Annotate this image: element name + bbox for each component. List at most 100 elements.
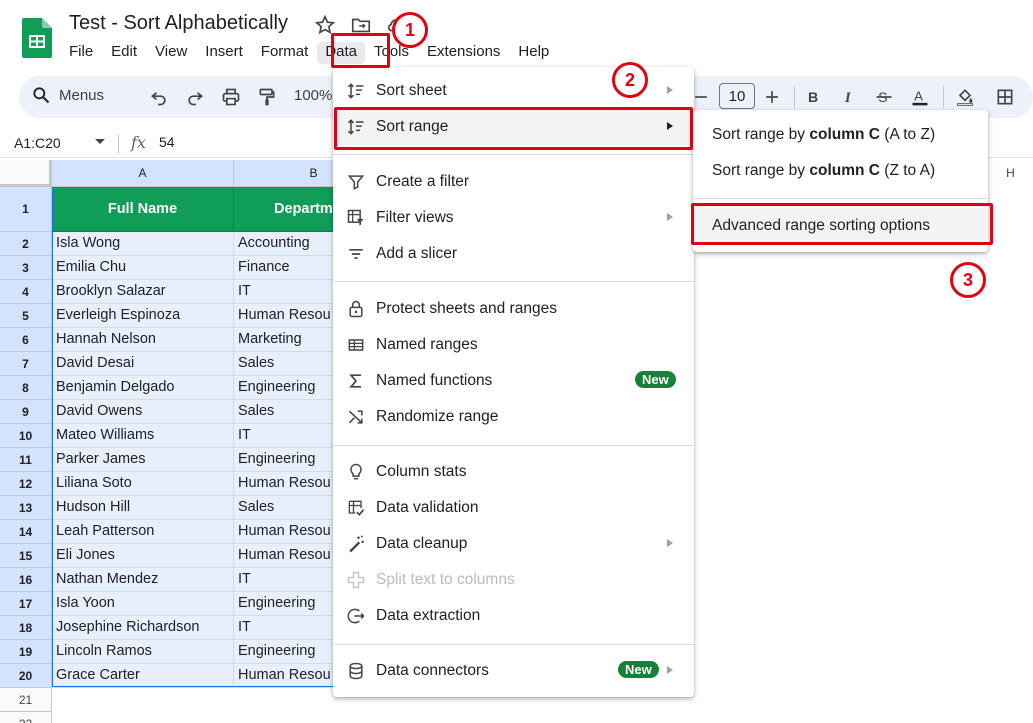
cell-full-name[interactable]: Emilia Chu (52, 256, 234, 280)
star-icon[interactable] (314, 14, 336, 36)
cell-department[interactable]: IT (234, 280, 344, 304)
cell-department[interactable]: Human Resou (234, 664, 344, 688)
menu-item-randomize-range[interactable]: Randomize range (333, 399, 694, 435)
menu-file[interactable]: File (60, 42, 102, 64)
menu-item-protect-sheets[interactable]: Protect sheets and ranges (333, 291, 694, 327)
cell-full-name[interactable]: Isla Wong (52, 232, 234, 256)
column-header-h[interactable]: H (988, 166, 1033, 180)
cell-full-name[interactable]: Hudson Hill (52, 496, 234, 520)
text-color-icon[interactable]: A (910, 87, 930, 107)
row-header[interactable]: 20 (0, 664, 52, 688)
cell-full-name[interactable]: Everleigh Espinoza (52, 304, 234, 328)
move-folder-icon[interactable] (350, 14, 372, 36)
menu-data[interactable]: Data (317, 42, 365, 64)
menu-format[interactable]: Format (252, 42, 318, 64)
cell-department[interactable]: Human Resou (234, 304, 344, 328)
cell-department[interactable]: Engineering (234, 592, 344, 616)
menu-item-data-extraction[interactable]: Data extraction (333, 598, 694, 634)
cell-full-name[interactable]: David Owens (52, 400, 234, 424)
borders-icon[interactable] (995, 87, 1015, 107)
advanced-range-sorting-options[interactable]: Advanced range sorting options (693, 208, 988, 244)
cell-full-name[interactable]: Josephine Richardson (52, 616, 234, 640)
sort-range-a-to-z[interactable]: Sort range by column C (A to Z) (693, 117, 988, 153)
row-header[interactable]: 22 (0, 712, 52, 723)
menu-item-split-text[interactable]: Split text to columns (333, 562, 694, 598)
name-box[interactable]: A1:C20 (14, 135, 61, 151)
cell-department[interactable]: Sales (234, 400, 344, 424)
cell-full-name[interactable]: Nathan Mendez (52, 568, 234, 592)
cell-department[interactable]: Engineering (234, 376, 344, 400)
menu-edit[interactable]: Edit (102, 42, 146, 64)
cell-full-name[interactable]: Hannah Nelson (52, 328, 234, 352)
paint-format-icon[interactable] (257, 87, 277, 107)
cell-full-name[interactable]: Lincoln Ramos (52, 640, 234, 664)
name-box-dropdown-icon[interactable] (95, 139, 105, 144)
cell-full-name[interactable]: Brooklyn Salazar (52, 280, 234, 304)
menu-extensions[interactable]: Extensions (418, 42, 509, 64)
cell-department[interactable]: Marketing (234, 328, 344, 352)
column-header-a[interactable]: A (52, 160, 234, 187)
cell-department[interactable]: IT (234, 616, 344, 640)
row-header[interactable]: 9 (0, 400, 52, 424)
row-header[interactable]: 18 (0, 616, 52, 640)
strikethrough-icon[interactable]: S (874, 87, 894, 107)
row-header[interactable]: 15 (0, 544, 52, 568)
cell-department[interactable]: Engineering (234, 640, 344, 664)
cell-full-name[interactable]: Grace Carter (52, 664, 234, 688)
menu-item-data-connectors[interactable]: Data connectors New (333, 653, 694, 689)
menu-view[interactable]: View (146, 42, 196, 64)
cell-department[interactable]: Human Resou (234, 520, 344, 544)
row-header[interactable]: 21 (0, 688, 52, 712)
cell-department[interactable]: IT (234, 424, 344, 448)
cell-full-name[interactable]: Leah Patterson (52, 520, 234, 544)
print-icon[interactable] (221, 87, 241, 107)
row-header[interactable]: 8 (0, 376, 52, 400)
cell-full-name[interactable]: Eli Jones (52, 544, 234, 568)
header-cell-full-name[interactable]: Full Name (52, 187, 234, 232)
row-header[interactable]: 6 (0, 328, 52, 352)
cell-department[interactable]: Sales (234, 352, 344, 376)
decrease-font-size-icon[interactable] (691, 87, 711, 107)
menu-item-data-validation[interactable]: Data validation (333, 490, 694, 526)
cell-full-name[interactable]: Liliana Soto (52, 472, 234, 496)
menu-item-data-cleanup[interactable]: Data cleanup (333, 526, 694, 562)
menu-item-named-ranges[interactable]: Named ranges (333, 327, 694, 363)
formula-input[interactable]: 54 (159, 134, 175, 150)
select-all-corner[interactable] (0, 160, 52, 187)
row-header[interactable]: 3 (0, 256, 52, 280)
row-header[interactable]: 5 (0, 304, 52, 328)
menu-help[interactable]: Help (509, 42, 558, 64)
row-header[interactable]: 7 (0, 352, 52, 376)
cell-department[interactable]: Human Resou (234, 472, 344, 496)
row-header[interactable]: 16 (0, 568, 52, 592)
row-header[interactable]: 1 (0, 187, 52, 232)
menu-item-named-functions[interactable]: Named functions New (333, 363, 694, 399)
italic-icon[interactable]: I (839, 87, 859, 107)
row-header[interactable]: 19 (0, 640, 52, 664)
menu-item-filter-views[interactable]: Filter views (333, 200, 694, 236)
font-size-input[interactable]: 10 (719, 83, 755, 109)
cell-department[interactable]: IT (234, 568, 344, 592)
cell-department[interactable]: Finance (234, 256, 344, 280)
cell-department[interactable]: Human Resou (234, 544, 344, 568)
document-title[interactable]: Test - Sort Alphabetically (69, 12, 288, 35)
header-cell-department[interactable]: Departm (234, 187, 344, 232)
row-header[interactable]: 17 (0, 592, 52, 616)
menu-item-create-filter[interactable]: Create a filter (333, 164, 694, 200)
cell-full-name[interactable]: Benjamin Delgado (52, 376, 234, 400)
undo-icon[interactable] (149, 87, 169, 107)
sort-range-z-to-a[interactable]: Sort range by column C (Z to A) (693, 153, 988, 189)
row-header[interactable]: 14 (0, 520, 52, 544)
cell-full-name[interactable]: Mateo Williams (52, 424, 234, 448)
bold-icon[interactable]: B (803, 87, 823, 107)
menu-item-sort-range[interactable]: Sort range (333, 109, 694, 145)
cell-department[interactable]: Sales (234, 496, 344, 520)
cell-full-name[interactable]: Parker James (52, 448, 234, 472)
row-header[interactable]: 10 (0, 424, 52, 448)
google-sheets-logo-icon[interactable] (22, 18, 52, 58)
cell-full-name[interactable]: Isla Yoon (52, 592, 234, 616)
increase-font-size-icon[interactable] (762, 87, 782, 107)
menu-item-add-slicer[interactable]: Add a slicer (333, 236, 694, 272)
redo-icon[interactable] (185, 87, 205, 107)
row-header[interactable]: 2 (0, 232, 52, 256)
